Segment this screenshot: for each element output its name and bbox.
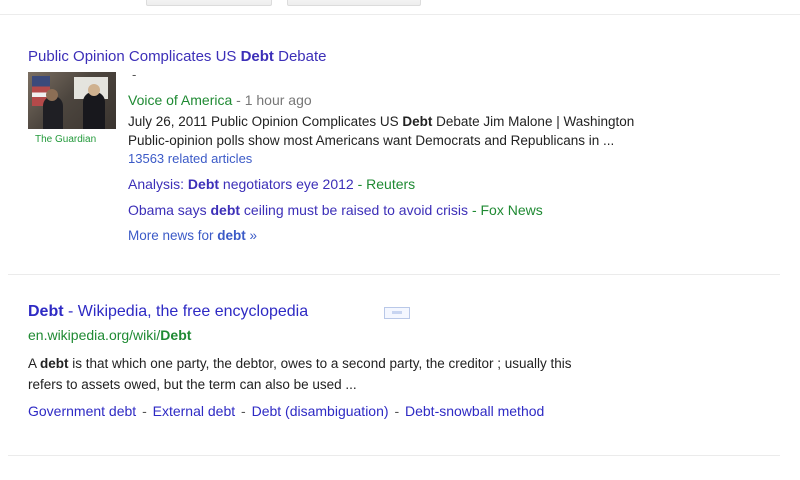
sub-news-2-source: - Fox News xyxy=(471,202,543,218)
news-source-line: Voice of America - 1 hour ago xyxy=(128,92,312,108)
sub-news-2-bold: debt xyxy=(210,202,241,218)
wikipedia-url-start: en.wikipedia.org/wiki/ xyxy=(28,327,161,343)
more-news-text: More news for xyxy=(128,228,218,243)
thumbnail-source-label: The Guardian xyxy=(35,134,97,145)
sitelink-separator-2: - xyxy=(241,403,246,419)
wikipedia-url: en.wikipedia.org/wiki/Debt xyxy=(28,327,191,343)
sub-news-2-text: Obama says xyxy=(128,202,211,218)
news-headline-text: Public Opinion Complicates US xyxy=(28,48,241,65)
news-snippet: July 26, 2011 Public Opinion Complicates… xyxy=(128,112,768,150)
sitelink-debt-disambiguation[interactable]: Debt (disambiguation) xyxy=(252,403,389,419)
wikipedia-sitelinks: Government debt - External debt - Debt (… xyxy=(28,403,544,419)
more-news-bold: debt xyxy=(217,228,246,243)
wikipedia-snippet-start: A xyxy=(28,356,41,371)
top-divider xyxy=(0,14,800,15)
thumbnail-head-right xyxy=(88,84,100,96)
sub-news-1-end: negotiators eye 2012 xyxy=(219,176,354,192)
sub-news-link-fox[interactable]: Obama says debt ceiling must be raised t… xyxy=(128,202,543,218)
news-snippet-line1-start: July 26, 2011 Public Opinion Complicates… xyxy=(128,114,403,129)
sitelink-separator-3: - xyxy=(394,403,400,419)
sitelink-separator-1: - xyxy=(142,403,147,419)
wikipedia-title-rest: - Wikipedia, the free encyclopedia xyxy=(63,303,309,320)
news-source-link[interactable]: Voice of America xyxy=(128,92,232,108)
related-articles-link[interactable]: 13563 related articles xyxy=(128,151,252,166)
cached-preview-icon[interactable] xyxy=(384,307,410,319)
sitelink-debt-snowball-method[interactable]: Debt-snowball method xyxy=(405,403,544,419)
news-headline-end: Debate xyxy=(273,48,327,65)
wikipedia-snippet: A debt is that which one party, the debt… xyxy=(28,353,738,395)
top-button-right[interactable] xyxy=(287,0,421,6)
wikipedia-snippet-line1-end: is that which one party, the debtor, owe… xyxy=(68,356,572,371)
news-headline-bold: Debt xyxy=(240,48,274,65)
news-dash: - xyxy=(132,67,137,82)
wikipedia-snippet-bold: debt xyxy=(40,356,69,371)
thumbnail-head-left xyxy=(46,89,58,101)
news-snippet-line1-end: Debate Jim Malone | Washington xyxy=(432,114,635,129)
more-news-arrow: » xyxy=(245,228,258,243)
wikipedia-title-bold: Debt xyxy=(28,303,64,320)
thumbnail-person-left xyxy=(43,96,63,129)
news-snippet-line2: Public-opinion polls show most Americans… xyxy=(128,133,615,148)
wikipedia-result-link[interactable]: Debt - Wikipedia, the free encyclopedia xyxy=(28,303,308,321)
result-divider-2 xyxy=(8,455,780,456)
wikipedia-url-bold: Debt xyxy=(160,327,192,343)
sitelink-government-debt[interactable]: Government debt xyxy=(28,403,136,419)
more-news-link[interactable]: More news for debt » xyxy=(128,228,257,243)
sub-news-1-text: Analysis: xyxy=(128,176,188,192)
wikipedia-snippet-line2: refers to assets owed, but the term can … xyxy=(28,377,357,392)
sitelink-external-debt[interactable]: External debt xyxy=(153,403,236,419)
sub-news-2-end: ceiling must be raised to avoid crisis xyxy=(240,202,469,218)
sub-news-1-source: - Reuters xyxy=(357,176,416,192)
news-headline-link[interactable]: Public Opinion Complicates US Debt Debat… xyxy=(28,48,326,65)
news-snippet-bold: Debt xyxy=(402,114,433,129)
result-divider-1 xyxy=(8,274,780,275)
sub-news-link-reuters[interactable]: Analysis: Debt negotiators eye 2012 - Re… xyxy=(128,176,415,192)
thumbnail-person-right xyxy=(83,92,105,129)
sub-news-1-bold: Debt xyxy=(187,176,220,192)
top-button-left[interactable] xyxy=(146,0,272,6)
news-time: - 1 hour ago xyxy=(236,92,312,108)
news-thumbnail-image[interactable] xyxy=(28,72,116,129)
